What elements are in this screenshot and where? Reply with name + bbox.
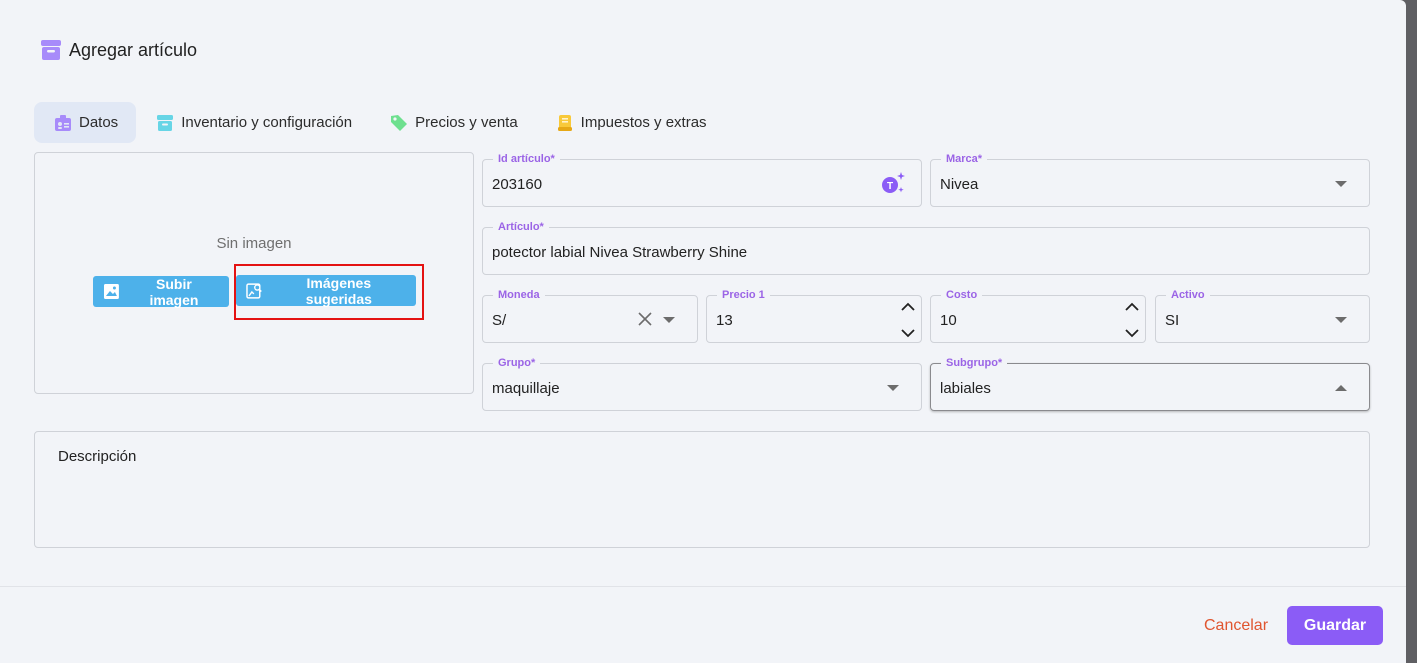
clear-icon[interactable] bbox=[637, 311, 653, 327]
field-label: Costo bbox=[941, 289, 983, 302]
tab-label: Inventario y configuración bbox=[181, 114, 353, 131]
image-icon bbox=[103, 284, 119, 299]
subgroup-value: labiales bbox=[940, 380, 991, 397]
number-stepper-icon[interactable] bbox=[1123, 300, 1141, 340]
id-article-field[interactable]: Id artículo* 203160 T bbox=[482, 153, 922, 207]
tab-label: Precios y venta bbox=[415, 114, 518, 131]
upload-image-button[interactable]: Subir imagen bbox=[93, 275, 229, 308]
dialog-title: Agregar artículo bbox=[69, 39, 198, 60]
active-select[interactable]: Activo SI bbox=[1155, 289, 1370, 343]
add-article-dialog: Agregar artículo Datos Inventario y conf… bbox=[0, 0, 1406, 663]
description-textarea[interactable]: Descripción bbox=[34, 431, 1370, 548]
cost-value: 10 bbox=[940, 312, 957, 329]
archive-box-icon bbox=[157, 114, 174, 131]
active-value: SI bbox=[1165, 312, 1180, 329]
description-label: Descripción bbox=[58, 448, 137, 465]
tab-datos[interactable]: Datos bbox=[34, 102, 137, 143]
price1-field[interactable]: Precio 1 13 bbox=[706, 289, 922, 343]
field-label: Precio 1 bbox=[717, 289, 770, 302]
tab-inventario[interactable]: Inventario y configuración bbox=[136, 102, 370, 143]
subgroup-select[interactable]: Subgrupo* labiales bbox=[930, 357, 1370, 411]
ai-sparkle-icon[interactable]: T bbox=[879, 170, 907, 198]
tab-bar: Datos Inventario y configuración Precios… bbox=[34, 102, 725, 143]
svg-text:T: T bbox=[887, 181, 893, 192]
field-label: Grupo* bbox=[493, 357, 541, 370]
id-badge-icon bbox=[55, 114, 71, 131]
price1-value: 13 bbox=[716, 312, 733, 329]
group-value: maquillaje bbox=[492, 380, 560, 397]
id-article-value: 203160 bbox=[492, 176, 543, 193]
currency-select[interactable]: Moneda S/ bbox=[482, 289, 698, 343]
field-label: Id artículo* bbox=[493, 153, 560, 166]
chevron-down-icon[interactable] bbox=[1335, 181, 1347, 187]
price-tag-icon bbox=[391, 114, 408, 131]
highlight-box bbox=[234, 264, 424, 320]
receipt-icon bbox=[557, 114, 572, 131]
field-label: Activo bbox=[1166, 289, 1210, 302]
tab-precios[interactable]: Precios y venta bbox=[370, 102, 536, 143]
tab-label: Impuestos y extras bbox=[580, 114, 707, 131]
field-label: Subgrupo* bbox=[941, 357, 1008, 370]
archive-box-icon bbox=[41, 40, 61, 60]
brand-value: Nivea bbox=[940, 176, 979, 193]
footer-divider bbox=[0, 586, 1406, 587]
chevron-down-icon[interactable] bbox=[663, 317, 675, 323]
cost-field[interactable]: Costo 10 bbox=[930, 289, 1146, 343]
tab-impuestos[interactable]: Impuestos y extras bbox=[536, 102, 725, 143]
chevron-down-icon[interactable] bbox=[887, 385, 899, 391]
no-image-text: Sin imagen bbox=[216, 235, 292, 252]
field-label: Moneda bbox=[493, 289, 545, 302]
field-label: Marca* bbox=[941, 153, 988, 166]
cancel-button[interactable]: Cancelar bbox=[1192, 607, 1280, 645]
currency-value: S/ bbox=[492, 312, 507, 329]
group-select[interactable]: Grupo* maquillaje bbox=[482, 357, 922, 411]
dialog-header: Agregar artículo bbox=[40, 38, 197, 62]
tab-label: Datos bbox=[79, 114, 119, 131]
upload-image-label: Subir imagen bbox=[149, 275, 199, 308]
chevron-down-icon[interactable] bbox=[1335, 317, 1347, 323]
brand-select[interactable]: Marca* Nivea bbox=[930, 153, 1370, 207]
number-stepper-icon[interactable] bbox=[899, 300, 917, 340]
save-button[interactable]: Guardar bbox=[1287, 606, 1383, 645]
article-name-value: potector labial Nivea Strawberry Shine bbox=[492, 244, 748, 261]
article-name-field[interactable]: Artículo* potector labial Nivea Strawber… bbox=[482, 221, 1370, 275]
chevron-up-icon[interactable] bbox=[1335, 385, 1347, 391]
field-label: Artículo* bbox=[493, 221, 549, 234]
